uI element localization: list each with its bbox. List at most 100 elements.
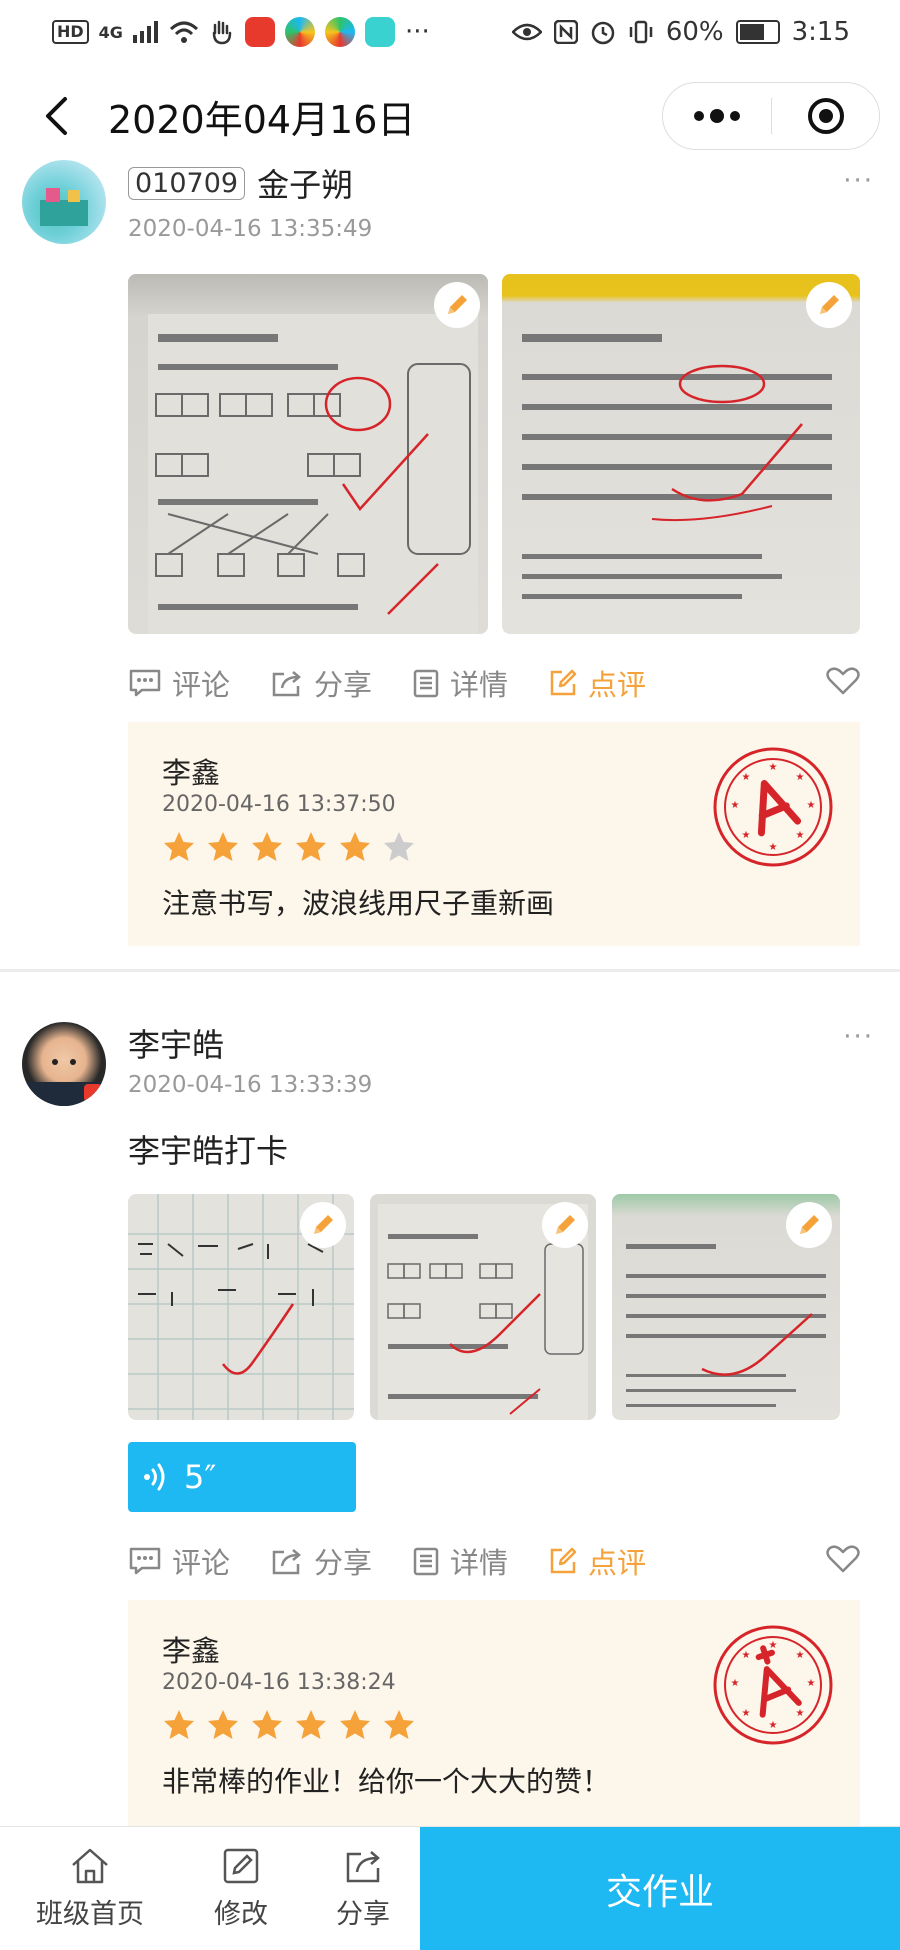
more-button[interactable]: ···	[843, 166, 874, 196]
like-button[interactable]	[826, 666, 860, 700]
detail-button[interactable]: 详情	[412, 1540, 508, 1582]
pencil-icon	[556, 1215, 575, 1234]
svg-text:★: ★	[796, 772, 805, 783]
annotate-button[interactable]	[806, 282, 852, 328]
reviewer-name: 李鑫	[162, 756, 221, 790]
share-button[interactable]: 分享	[270, 1540, 372, 1582]
share-icon	[272, 1549, 301, 1575]
star-filled-icon	[296, 832, 326, 861]
edit-icon	[223, 1848, 259, 1884]
star-filled-icon	[208, 1710, 238, 1739]
star-rating	[162, 830, 416, 864]
post-actions: 评论 分享 详情 点评	[128, 658, 860, 708]
page: HD 4G ··· 60% 3:15 2020年04月16日 010709 金子…	[0, 0, 900, 1950]
homework-photo[interactable]	[128, 274, 488, 634]
post-time: 2020-04-16 13:33:39	[128, 1072, 373, 1098]
star-filled-icon	[340, 832, 370, 861]
bottom-bar: 班级首页 修改 分享 交作业	[0, 1826, 900, 1950]
reviewer-name: 李鑫	[162, 1634, 221, 1668]
student-name: 李宇皓	[128, 1026, 225, 1064]
student-id-badge: 010709	[128, 166, 246, 200]
pencil-icon	[800, 1215, 819, 1234]
share-button[interactable]: 分享	[270, 662, 372, 704]
pencil-icon	[448, 295, 467, 314]
app-icon-colorful-1	[284, 17, 315, 47]
annotate-button[interactable]	[542, 1202, 588, 1248]
submit-homework-button[interactable]: 交作业	[420, 1827, 900, 1950]
back-button[interactable]	[26, 86, 86, 146]
post-time: 2020-04-16 13:35:49	[128, 216, 373, 242]
star-filled-icon	[208, 832, 238, 861]
svg-text:★: ★	[796, 1650, 805, 1661]
avatar[interactable]	[22, 1022, 106, 1106]
star-filled-icon	[252, 832, 282, 861]
capsule-close-button[interactable]	[772, 96, 879, 136]
hand-icon	[212, 20, 232, 45]
comment-label: 评论	[172, 1546, 231, 1580]
alarm-icon	[591, 21, 615, 45]
tab-edit[interactable]: 修改	[180, 1827, 302, 1950]
tab-share[interactable]: 分享	[302, 1827, 424, 1950]
like-button[interactable]	[826, 1544, 860, 1578]
comment-label: 评论	[172, 668, 231, 702]
star-filled-icon	[384, 1710, 414, 1739]
comment-icon	[129, 669, 161, 697]
signal-icon	[132, 21, 158, 43]
svg-text:★: ★	[769, 842, 778, 853]
voice-message-button[interactable]: 5″	[128, 1442, 356, 1512]
more-button[interactable]: ···	[843, 1022, 874, 1052]
star-filled-icon	[164, 832, 194, 861]
app-icon-red	[244, 17, 275, 47]
status-bar: HD 4G ··· 60% 3:15	[0, 0, 900, 64]
review-time: 2020-04-16 13:37:50	[162, 792, 396, 817]
star-filled-icon	[296, 1710, 326, 1739]
nfc-icon	[553, 20, 578, 44]
post-text: 李宇皓打卡	[128, 1132, 289, 1170]
status-more-icon: ···	[404, 17, 430, 47]
comment-button[interactable]: 评论	[128, 662, 230, 704]
homework-photo[interactable]	[128, 1194, 354, 1420]
pencil-icon	[820, 295, 839, 314]
svg-text:★: ★	[742, 772, 751, 783]
miniprogram-capsule	[662, 82, 880, 150]
tab-label: 班级首页	[36, 1899, 144, 1930]
annotate-button[interactable]	[786, 1202, 832, 1248]
review-button[interactable]: 点评	[548, 662, 646, 704]
detail-button[interactable]: 详情	[412, 662, 508, 704]
grade-a-plus-stamp-icon: ★ ★ ★ ★ ★ ★ ★ ★	[713, 1625, 833, 1745]
homework-photo[interactable]	[370, 1194, 596, 1420]
svg-text:★: ★	[731, 800, 740, 811]
share-label: 分享	[314, 1546, 373, 1580]
teacher-review-card: 李鑫 2020-04-16 13:37:50 注意书写，波浪线用尺子重新画 ★ ★…	[128, 722, 860, 946]
voice-wave-icon	[144, 1463, 165, 1491]
review-time: 2020-04-16 13:38:24	[162, 1670, 396, 1695]
voice-duration: 5″	[184, 1458, 217, 1496]
svg-text:★: ★	[769, 762, 778, 773]
battery-icon	[735, 20, 780, 44]
teacher-review-card: 李鑫 2020-04-16 13:38:24 非常棒的作业！给你一个大大的赞！ …	[128, 1600, 860, 1826]
edit-icon	[550, 1547, 577, 1574]
svg-text:★: ★	[731, 1678, 740, 1689]
comment-button[interactable]: 评论	[128, 1540, 230, 1582]
annotate-button[interactable]	[434, 282, 480, 328]
avatar[interactable]	[22, 160, 106, 244]
svg-text:★: ★	[807, 1678, 816, 1689]
app-icon-teal	[364, 17, 395, 47]
annotate-button[interactable]	[300, 1202, 346, 1248]
review-button[interactable]: 点评	[548, 1540, 646, 1582]
review-label: 点评	[588, 1546, 647, 1580]
document-icon	[413, 1547, 439, 1576]
post-actions: 评论 分享 详情 点评	[128, 1536, 860, 1586]
share-icon	[346, 1851, 380, 1883]
vibrate-icon	[629, 20, 653, 44]
svg-text:★: ★	[742, 1650, 751, 1661]
homework-photo[interactable]	[612, 1194, 840, 1420]
homework-photo[interactable]	[502, 274, 860, 634]
wifi-icon	[169, 21, 198, 43]
eye-icon	[511, 23, 542, 41]
app-icon-colorful-2	[324, 17, 355, 47]
svg-text:★: ★	[796, 1708, 805, 1719]
home-icon	[72, 1848, 108, 1884]
capsule-menu-button[interactable]	[663, 83, 771, 149]
tab-class-home[interactable]: 班级首页	[0, 1827, 180, 1950]
